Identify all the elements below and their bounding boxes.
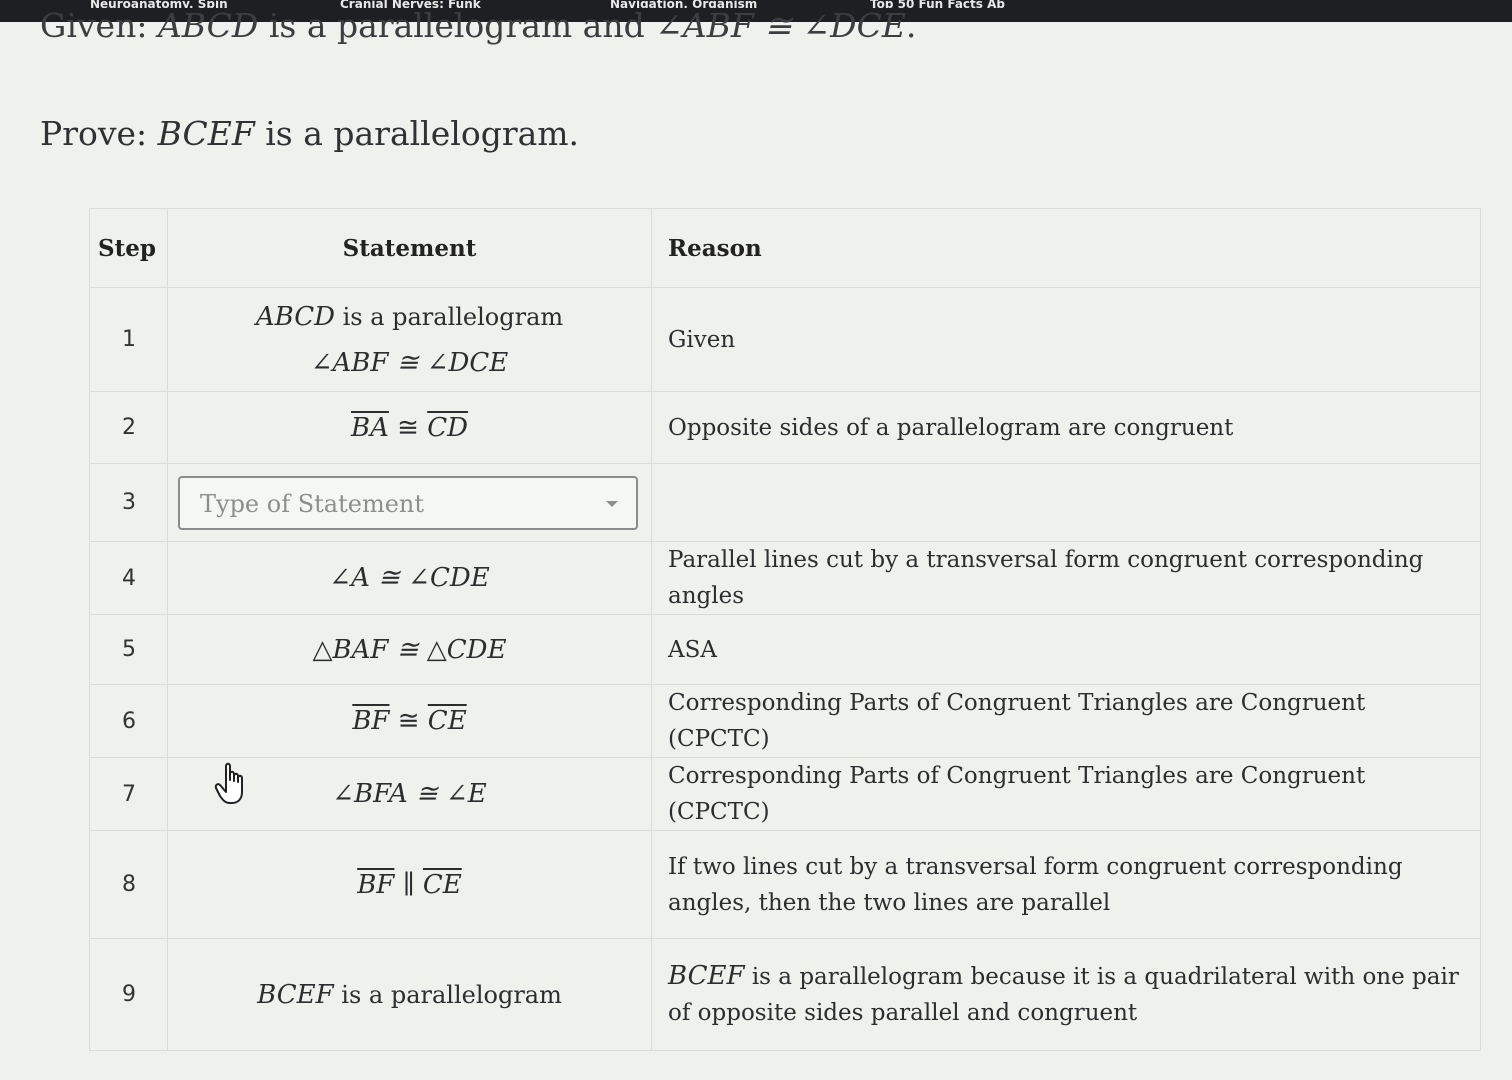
- reason-cell: BCEF is a parallelogram because it is a …: [651, 938, 1481, 1051]
- congruent-symbol: ≅: [389, 706, 428, 736]
- statement-cell: △BAF ≅ △CDE: [167, 614, 652, 685]
- segment-cd: CD: [427, 412, 468, 443]
- reason-cell: Corresponding Parts of Congruent Triangl…: [651, 684, 1481, 758]
- congruent-symbol: ≅: [388, 412, 428, 443]
- proof-table: Step Statement Reason 1 ABCD is a parall…: [89, 208, 1481, 1051]
- given-prefix: Given:: [40, 6, 158, 45]
- statement-line: ABCD is a parallelogram: [184, 294, 635, 340]
- reason-cell: Opposite sides of a parallelogram are co…: [651, 391, 1481, 464]
- given-end: .: [905, 6, 917, 45]
- given-math-abcd: ABCD: [157, 6, 259, 45]
- statement-type-dropdown[interactable]: Type of Statement: [178, 475, 638, 530]
- segment-bf: BF: [352, 706, 390, 736]
- segment-ce: CE: [422, 869, 462, 900]
- statement-text: is a parallelogram: [333, 980, 562, 1009]
- reason-cell: [651, 463, 1481, 542]
- statement-math: ABCD: [255, 301, 335, 332]
- reason-text: is a parallelogram because it is a quadr…: [668, 964, 1459, 1026]
- table-row: 7 ∠BFA ≅ ∠E Corresponding Parts of Congr…: [89, 757, 1481, 831]
- statement-cell: BCEF is a parallelogram: [167, 938, 652, 1051]
- step-number: 6: [89, 684, 168, 758]
- table-row: 8 BF ∥ CE If two lines cut by a transver…: [89, 830, 1481, 939]
- table-row: 6 BF ≅ CE Corresponding Parts of Congrue…: [89, 684, 1481, 758]
- prove-statement: Prove: BCEF is a parallelogram.: [40, 112, 579, 156]
- prove-suffix: is a parallelogram.: [254, 114, 580, 153]
- table-row: 5 △BAF ≅ △CDE ASA: [89, 614, 1481, 685]
- step-number: 9: [89, 938, 168, 1051]
- table-row: 2 BA ≅ CD Opposite sides of a parallelog…: [89, 391, 1481, 464]
- reason-cell: Parallel lines cut by a transversal form…: [651, 541, 1481, 615]
- statement-cell: BF ≅ CE: [167, 684, 652, 758]
- step-number: 1: [89, 287, 168, 392]
- table-row: 1 ABCD is a parallelogram ∠ABF ≅ ∠DCE Gi…: [89, 287, 1481, 392]
- caret-down-icon: [606, 500, 618, 507]
- prove-math: BCEF: [157, 114, 255, 153]
- reason-math: BCEF: [668, 961, 745, 991]
- statement-line: ∠ABF ≅ ∠DCE: [310, 347, 509, 378]
- reason-cell: If two lines cut by a transversal form c…: [651, 830, 1481, 939]
- statement-cell: BF ∥ CE: [167, 830, 652, 939]
- dropdown-placeholder: Type of Statement: [200, 489, 425, 518]
- prove-prefix: Prove:: [40, 114, 158, 153]
- step-header: Step: [89, 208, 168, 288]
- given-statement: Given: ABCD is a parallelogram and ∠ABF …: [40, 6, 916, 46]
- statement-cell: ∠A ≅ ∠CDE: [167, 541, 652, 615]
- hand-pointer-icon: [214, 762, 243, 804]
- reason-cell: ASA: [651, 614, 1481, 685]
- statement-math: BCEF: [257, 979, 334, 1010]
- step-number: 4: [89, 541, 168, 615]
- segment-ce: CE: [427, 706, 467, 736]
- reason-cell: Given: [651, 287, 1481, 392]
- reason-header: Reason: [651, 208, 1481, 288]
- statement-text: is a parallelogram: [334, 302, 564, 331]
- table-header-row: Step Statement Reason: [89, 208, 1481, 288]
- parallel-symbol: ∥: [394, 869, 423, 900]
- step-number: 7: [89, 757, 168, 831]
- step-number: 5: [89, 614, 168, 685]
- table-row: 9 BCEF is a parallelogram BCEF is a para…: [89, 938, 1481, 1051]
- statement-cell: BA ≅ CD: [167, 391, 652, 464]
- segment-ba: BA: [351, 412, 389, 443]
- statement-cell: ABCD is a parallelogram ∠ABF ≅ ∠DCE: [167, 287, 652, 392]
- step-number: 3: [89, 463, 168, 542]
- table-row: 4 ∠A ≅ ∠CDE Parallel lines cut by a tran…: [89, 541, 1481, 615]
- statement-header: Statement: [167, 208, 652, 288]
- reason-cell: Corresponding Parts of Congruent Triangl…: [651, 757, 1481, 831]
- step-number: 8: [89, 830, 168, 939]
- segment-bf: BF: [357, 869, 395, 900]
- step-number: 2: [89, 391, 168, 464]
- given-math-angles: ∠ABF ≅ ∠DCE: [655, 6, 906, 45]
- given-middle: is a parallelogram and: [258, 6, 656, 45]
- statement-cell: Type of Statement: [167, 463, 652, 542]
- table-row: 3 Type of Statement: [89, 463, 1481, 542]
